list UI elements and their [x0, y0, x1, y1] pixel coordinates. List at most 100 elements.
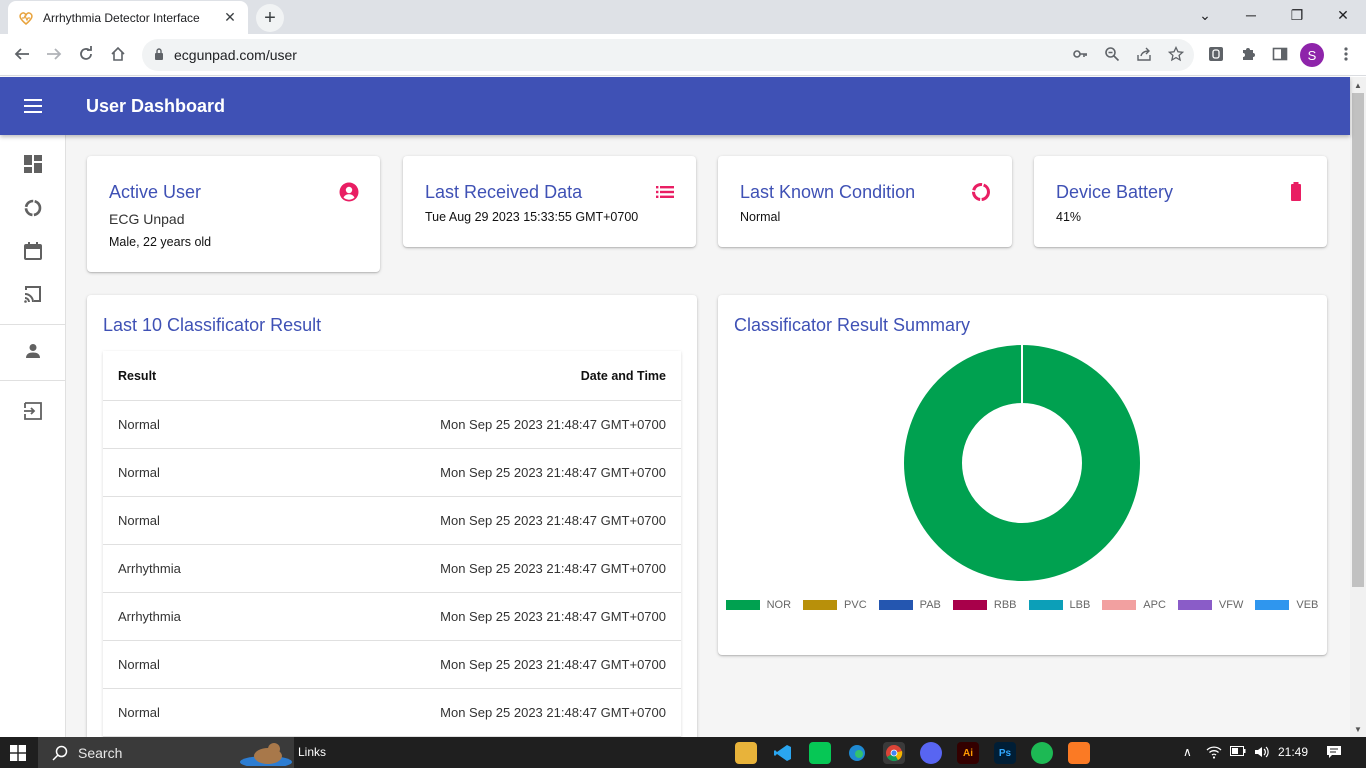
- card-title: Device Battery: [1056, 182, 1174, 202]
- datetime-cell: Mon Sep 25 2023 21:48:47 GMT+0700: [440, 561, 666, 576]
- scrollbar-thumb[interactable]: [1352, 93, 1364, 587]
- summary-card: Classificator Result Summary NOR PVC PAB RB…: [718, 295, 1327, 655]
- battery-tray-icon[interactable]: [1230, 745, 1246, 760]
- table-row: Normal Mon Sep 25 2023 21:48:47 GMT+0700: [103, 689, 681, 737]
- column-header-result[interactable]: Result: [118, 369, 581, 383]
- drawer-divider: [0, 380, 65, 381]
- side-panel-icon[interactable]: [1268, 42, 1292, 66]
- page-scrollbar[interactable]: ▲ ▼: [1350, 77, 1366, 737]
- user-name: ECG Unpad: [109, 211, 185, 227]
- vscode-icon[interactable]: [772, 742, 794, 764]
- legend-label: LBB: [1069, 599, 1091, 611]
- card-title: Last Known Condition: [740, 182, 916, 202]
- legend-item-rbb[interactable]: RBB: [952, 598, 1017, 612]
- restore-button[interactable]: ❐: [1274, 0, 1320, 30]
- edge-icon[interactable]: [846, 742, 868, 764]
- spotify-icon[interactable]: [1031, 742, 1053, 764]
- drawer-divider: [0, 324, 65, 325]
- line-icon[interactable]: [809, 742, 831, 764]
- active-user-card: Active User ECG Unpad Male, 22 years old: [87, 156, 380, 272]
- main-content: Active User ECG Unpad Male, 22 years old…: [66, 135, 1350, 737]
- datetime-cell: Mon Sep 25 2023 21:48:47 GMT+0700: [440, 417, 666, 432]
- taskbar-search[interactable]: Search: [38, 737, 294, 768]
- legend-swatch: [952, 600, 987, 610]
- table-header: Result Date and Time: [103, 351, 681, 401]
- side-navigation: [0, 135, 66, 737]
- table-row: Arrhythmia Mon Sep 25 2023 21:48:47 GMT+0…: [103, 593, 681, 641]
- battery-value: 41%: [1056, 210, 1082, 224]
- legend-item-pvc[interactable]: PVC: [803, 598, 867, 612]
- column-header-datetime[interactable]: Date and Time: [581, 369, 666, 383]
- account-circle-icon: [338, 181, 360, 203]
- url-text: ecgunpad.com/user: [174, 47, 297, 63]
- profile-avatar[interactable]: S: [1300, 43, 1324, 67]
- xampp-icon[interactable]: [1068, 742, 1090, 764]
- legend-label: RBB: [993, 599, 1017, 611]
- legend-item-nor[interactable]: NOR: [725, 598, 791, 612]
- tab-search-button[interactable]: ⌄: [1182, 0, 1228, 30]
- more-menu-icon[interactable]: [1334, 42, 1358, 66]
- links-toolbar[interactable]: Links: [298, 745, 326, 759]
- reload-icon[interactable]: [71, 39, 101, 69]
- legend-swatch: [1255, 600, 1290, 610]
- person-icon[interactable]: [0, 331, 65, 371]
- windows-start-icon[interactable]: [0, 737, 36, 768]
- discord-icon[interactable]: [920, 742, 942, 764]
- scroll-down-arrow-icon[interactable]: ▼: [1350, 721, 1366, 737]
- volume-icon[interactable]: [1254, 745, 1270, 762]
- donut-chart-icon[interactable]: [0, 188, 65, 228]
- last-received-card: Last Received Data Tue Aug 29 2023 15:33…: [403, 156, 696, 247]
- minimize-button[interactable]: ─: [1228, 0, 1274, 30]
- legend-item-vfw[interactable]: VFW: [1177, 598, 1243, 612]
- logout-icon[interactable]: [0, 391, 65, 431]
- puzzle-extensions-icon[interactable]: [1236, 42, 1260, 66]
- share-icon[interactable]: [1132, 42, 1156, 66]
- tab-close-icon[interactable]: ✕: [222, 9, 238, 26]
- notifications-icon[interactable]: [1326, 745, 1342, 762]
- table-row: Normal Mon Sep 25 2023 21:48:47 GMT+0700: [103, 449, 681, 497]
- legend-item-veb[interactable]: VEB: [1255, 598, 1318, 612]
- extension-counter-icon[interactable]: [1204, 42, 1228, 66]
- chrome-icon[interactable]: [883, 742, 905, 764]
- legend-item-lbb[interactable]: LBB: [1028, 598, 1091, 612]
- legend-swatch: [1028, 600, 1063, 610]
- photoshop-icon[interactable]: Ps: [994, 742, 1016, 764]
- datetime-cell: Mon Sep 25 2023 21:48:47 GMT+0700: [440, 513, 666, 528]
- file-explorer-icon[interactable]: [735, 742, 757, 764]
- legend-item-apc[interactable]: APC: [1102, 598, 1166, 612]
- section-title: Classificator Result Summary: [734, 315, 971, 335]
- zoom-icon[interactable]: [1100, 42, 1124, 66]
- browser-toolbar: ecgunpad.com/user S: [0, 34, 1366, 76]
- home-icon[interactable]: [103, 39, 133, 69]
- app-bar: User Dashboard: [0, 77, 1350, 135]
- forward-arrow-icon[interactable]: [39, 39, 69, 69]
- legend-item-pab[interactable]: PAB: [878, 598, 941, 612]
- chevron-up-icon[interactable]: ∧: [1183, 745, 1192, 759]
- key-icon[interactable]: [1068, 42, 1092, 66]
- chart-legend: NOR PVC PAB RBB LBB APC VFW VEB: [718, 598, 1326, 618]
- result-cell: Normal: [118, 657, 160, 672]
- back-arrow-icon[interactable]: [7, 39, 37, 69]
- menu-icon[interactable]: [0, 99, 66, 113]
- wifi-icon[interactable]: [1206, 745, 1222, 762]
- tab-title: Arrhythmia Detector Interface: [43, 10, 200, 25]
- bookmark-star-icon[interactable]: [1164, 42, 1188, 66]
- result-cell: Normal: [118, 465, 160, 480]
- user-detail: Male, 22 years old: [109, 235, 212, 249]
- dashboard-icon[interactable]: [0, 144, 65, 184]
- table-row: Normal Mon Sep 25 2023 21:48:47 GMT+0700: [103, 497, 681, 545]
- battery-icon: [1285, 181, 1307, 203]
- calendar-icon[interactable]: [0, 231, 65, 271]
- scroll-up-arrow-icon[interactable]: ▲: [1350, 77, 1366, 93]
- browser-tab[interactable]: Arrhythmia Detector Interface ✕: [8, 1, 248, 34]
- window-close-button[interactable]: ✕: [1320, 0, 1366, 30]
- illustrator-icon[interactable]: Ai: [957, 742, 979, 764]
- taskbar-clock[interactable]: 21:49: [1278, 745, 1308, 759]
- new-tab-button[interactable]: +: [256, 4, 284, 32]
- legend-swatch: [878, 600, 913, 610]
- legend-swatch: [725, 600, 760, 610]
- battery-card: Device Battery 41%: [1034, 156, 1327, 247]
- address-bar[interactable]: ecgunpad.com/user: [142, 39, 1194, 71]
- cast-icon[interactable]: [0, 274, 65, 314]
- result-cell: Normal: [118, 513, 160, 528]
